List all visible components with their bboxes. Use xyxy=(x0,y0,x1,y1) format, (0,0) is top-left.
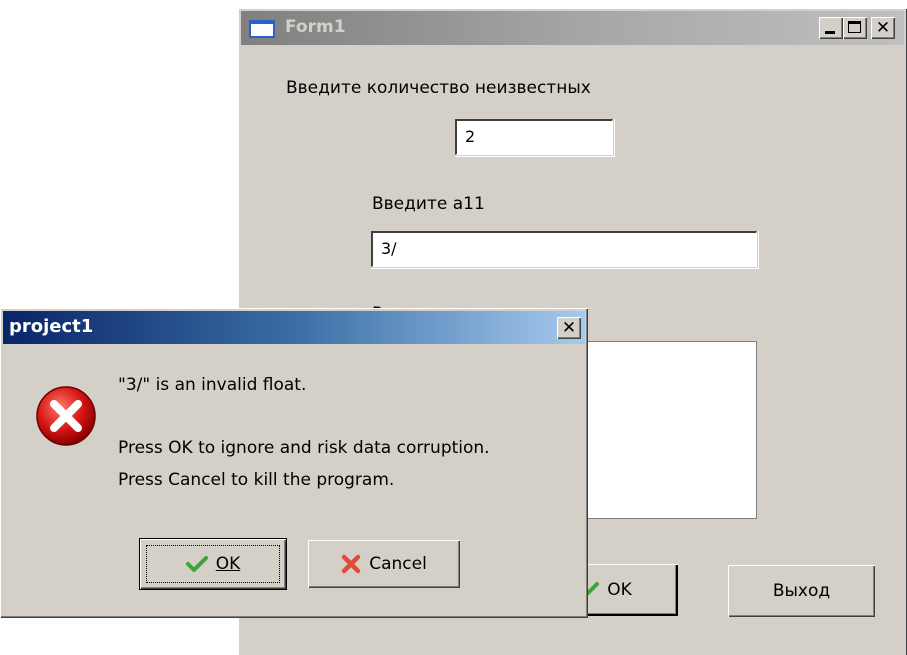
dialog-titlebar[interactable]: project1 ✕ xyxy=(3,311,585,344)
dialog-ok-label: OK xyxy=(215,554,241,574)
count-input[interactable]: 2 xyxy=(455,119,613,155)
count-label: Введите количество неизвестных xyxy=(286,78,591,98)
checkmark-icon xyxy=(185,556,208,572)
error-dialog: project1 ✕ "3/" is an invalid float. Pre… xyxy=(0,308,588,618)
exit-label: Выход xyxy=(772,581,831,601)
cancel-instruction: Press Cancel to kill the program. xyxy=(118,470,395,490)
dialog-title: project1 xyxy=(9,316,94,337)
dialog-cancel-button[interactable]: Cancel xyxy=(308,540,460,588)
form-ok-label: OK xyxy=(607,580,632,600)
close-button[interactable]: ✕ xyxy=(871,17,895,39)
close-icon: ✕ xyxy=(875,18,891,38)
error-icon xyxy=(36,386,96,446)
dialog-ok-button[interactable]: OK xyxy=(139,538,287,590)
error-message: "3/" is an invalid float. xyxy=(118,375,307,395)
solution-memo[interactable] xyxy=(575,341,757,519)
minimize-icon xyxy=(825,31,835,34)
cancel-x-icon xyxy=(341,554,361,574)
close-icon: ✕ xyxy=(561,318,577,338)
coeff-input[interactable]: 3/ xyxy=(371,231,757,267)
form1-title: Form1 xyxy=(285,17,346,37)
form-app-icon xyxy=(249,20,275,38)
dialog-cancel-label: Cancel xyxy=(369,554,427,574)
minimize-button[interactable] xyxy=(819,17,843,39)
ok-instruction: Press OK to ignore and risk data corrupt… xyxy=(118,438,490,458)
dialog-close-button[interactable]: ✕ xyxy=(557,317,581,339)
coeff-label: Введите a11 xyxy=(372,194,485,214)
form1-titlebar[interactable]: Form1 ✕ xyxy=(241,11,904,45)
exit-button[interactable]: Выход xyxy=(728,565,875,617)
maximize-icon xyxy=(848,21,861,33)
maximize-button[interactable] xyxy=(843,17,867,39)
